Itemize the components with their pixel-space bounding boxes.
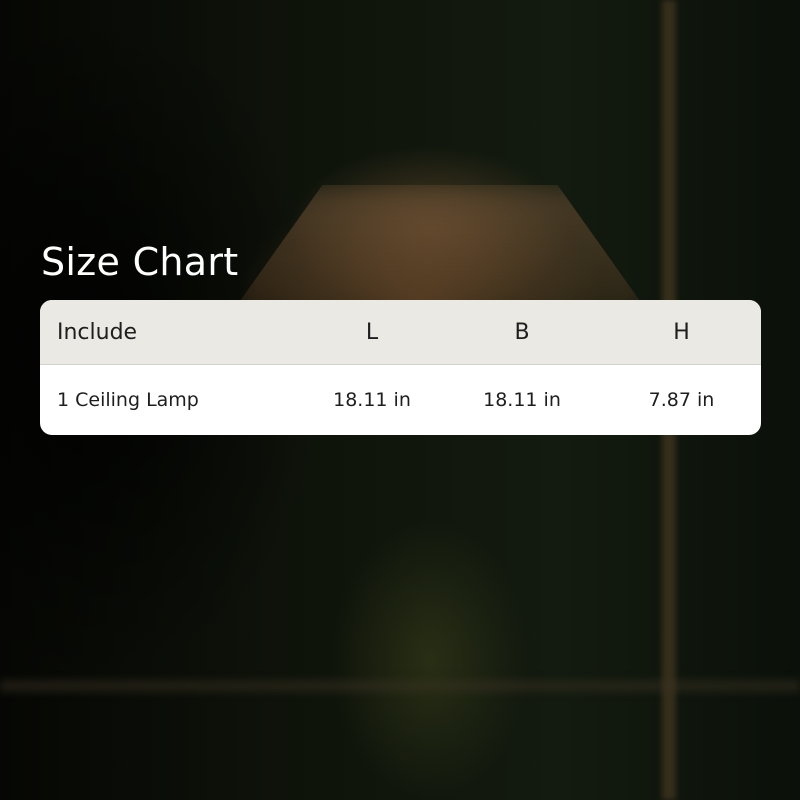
cell-include: 1 Ceiling Lamp <box>57 389 199 411</box>
header-include: Include <box>57 319 138 345</box>
cell-length: 18.11 in <box>333 389 411 411</box>
size-chart-title: Size Chart <box>41 240 239 284</box>
header-length: L <box>365 319 379 345</box>
table-row: 1 Ceiling Lamp 18.11 in 18.11 in 7.87 in <box>40 365 761 435</box>
header-breadth: B <box>514 319 530 345</box>
table-header-row: Include L B H <box>40 300 761 365</box>
cell-breadth: 18.11 in <box>483 389 561 411</box>
lamp-shade-blur <box>230 185 650 315</box>
size-table: Include L B H 1 Ceiling Lamp 18.11 in 18… <box>40 300 761 435</box>
cell-height: 7.87 in <box>648 389 715 411</box>
header-height: H <box>673 319 690 345</box>
window-frame-horizontal <box>0 680 800 692</box>
